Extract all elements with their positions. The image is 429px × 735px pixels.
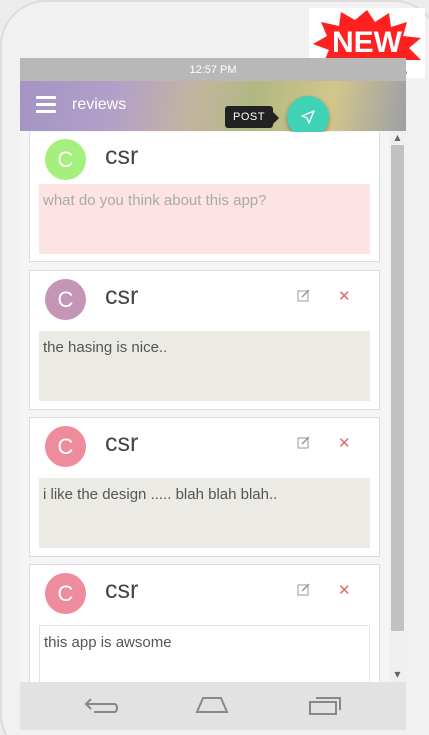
- review-author: csr: [105, 576, 139, 604]
- status-bar: 12:57 PM: [20, 58, 406, 81]
- review-text: i like the design ..... blah blah blah..: [39, 478, 370, 548]
- edit-icon[interactable]: [297, 436, 310, 449]
- review-text: the hasing is nice..: [39, 331, 370, 401]
- post-tooltip: POST: [225, 106, 279, 128]
- avatar: C: [45, 426, 86, 467]
- scroll-up-arrow-icon[interactable]: ▲: [389, 131, 406, 145]
- edit-icon[interactable]: [297, 583, 310, 596]
- review-author: csr: [105, 282, 139, 310]
- review-author: csr: [105, 142, 139, 170]
- avatar: C: [45, 139, 86, 180]
- review-card: C csr ✕ i like the design ..... blah bla…: [29, 417, 380, 557]
- scroll-thumb[interactable]: [391, 145, 404, 631]
- scroll-down-arrow-icon[interactable]: ▼: [389, 668, 406, 682]
- delete-icon[interactable]: ✕: [338, 287, 351, 305]
- scrollbar[interactable]: ▲ ▼: [389, 131, 406, 682]
- home-icon[interactable]: [193, 696, 231, 714]
- device-screen: 12:57 PM reviews POST C csr what do you …: [20, 58, 406, 682]
- delete-icon[interactable]: ✕: [338, 434, 351, 452]
- edit-icon[interactable]: [297, 289, 310, 302]
- delete-icon[interactable]: ✕: [338, 581, 351, 599]
- send-icon: [301, 110, 315, 124]
- review-edit-input[interactable]: this app is awsome: [39, 625, 370, 682]
- back-icon[interactable]: [84, 698, 118, 714]
- avatar: C: [45, 573, 86, 614]
- recent-apps-icon[interactable]: [308, 694, 342, 716]
- status-time: 12:57 PM: [189, 63, 237, 76]
- review-author: csr: [105, 429, 139, 457]
- reviews-list: C csr what do you think about this app? …: [20, 131, 388, 682]
- review-card: C csr ✕ the hasing is nice..: [29, 270, 380, 410]
- page-title: reviews: [72, 96, 127, 113]
- new-review-card: C csr what do you think about this app?: [29, 132, 380, 262]
- avatar: C: [45, 279, 86, 320]
- review-input[interactable]: what do you think about this app?: [39, 184, 370, 254]
- hamburger-icon[interactable]: [36, 96, 56, 114]
- new-badge-label: NEW: [332, 26, 402, 59]
- app-bar: reviews POST: [20, 81, 406, 138]
- android-nav-bar: [20, 682, 406, 730]
- review-card: C csr ✕ this app is awsome: [29, 564, 380, 682]
